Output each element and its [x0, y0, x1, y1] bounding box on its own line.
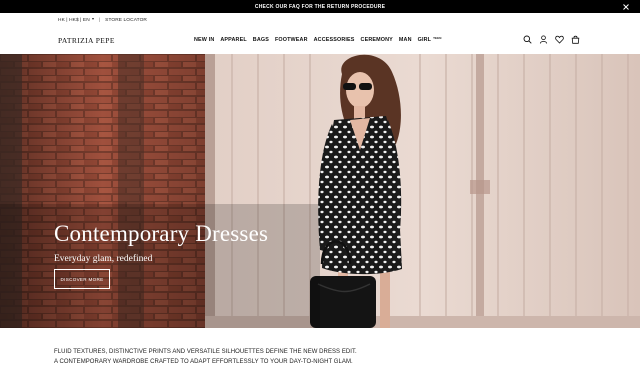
nav-man[interactable]: MAN	[399, 37, 412, 43]
nav-apparel[interactable]: APPAREL	[220, 37, 246, 43]
hero-title: Contemporary Dresses	[54, 221, 269, 246]
store-locator-link[interactable]: STORE LOCATOR	[105, 18, 147, 23]
nav-new-in[interactable]: NEW IN	[194, 37, 214, 43]
main-nav: NEW IN APPAREL BAGS FOOTWEAR ACCESSORIES…	[194, 36, 442, 43]
teen-badge: TEEN	[433, 36, 442, 40]
nav-bags[interactable]: BAGS	[253, 37, 269, 43]
utility-bar: HK | HK$ | EN | STORE LOCATOR	[58, 16, 147, 24]
hero-banner: Contemporary Dresses Everyday glam, rede…	[0, 54, 640, 328]
site-header: PATRIZIA PEPE NEW IN APPAREL BAGS FOOTWE…	[0, 29, 640, 53]
nav-ceremony[interactable]: CEREMONY	[361, 37, 393, 43]
hero-subtitle: Everyday glam, redefined	[54, 254, 153, 264]
chevron-down-icon	[91, 18, 94, 21]
brand-logo[interactable]: PATRIZIA PEPE	[58, 36, 115, 45]
announcement-link[interactable]: CHECK OUR FAQ FOR THE RETURN PROCEDURE	[255, 4, 385, 10]
nav-footwear[interactable]: FOOTWEAR	[275, 37, 308, 43]
description-line: A CONTEMPORARY WARDROBE CRAFTED TO ADAPT…	[54, 359, 353, 365]
discover-more-button[interactable]: DISCOVER MORE	[54, 269, 110, 289]
nav-girl[interactable]: GIRL TEEN	[417, 36, 442, 43]
announcement-bar: CHECK OUR FAQ FOR THE RETURN PROCEDURE	[0, 0, 640, 13]
region-label: HK | HK$ | EN	[58, 17, 90, 23]
nav-girl-label: GIRL	[417, 37, 432, 43]
nav-accessories[interactable]: ACCESSORIES	[314, 37, 355, 43]
description-line: FLUID TEXTURES, DISTINCTIVE PRINTS AND V…	[54, 349, 357, 355]
account-icon[interactable]	[539, 35, 548, 44]
region-selector[interactable]: HK | HK$ | EN	[58, 18, 94, 23]
collection-description: FLUID TEXTURES, DISTINCTIVE PRINTS AND V…	[54, 347, 357, 367]
header-actions	[523, 35, 580, 44]
search-icon[interactable]	[523, 35, 532, 44]
wishlist-icon[interactable]	[555, 35, 564, 44]
divider: |	[98, 17, 101, 23]
close-icon[interactable]	[623, 0, 629, 13]
bag-icon[interactable]	[571, 35, 580, 44]
